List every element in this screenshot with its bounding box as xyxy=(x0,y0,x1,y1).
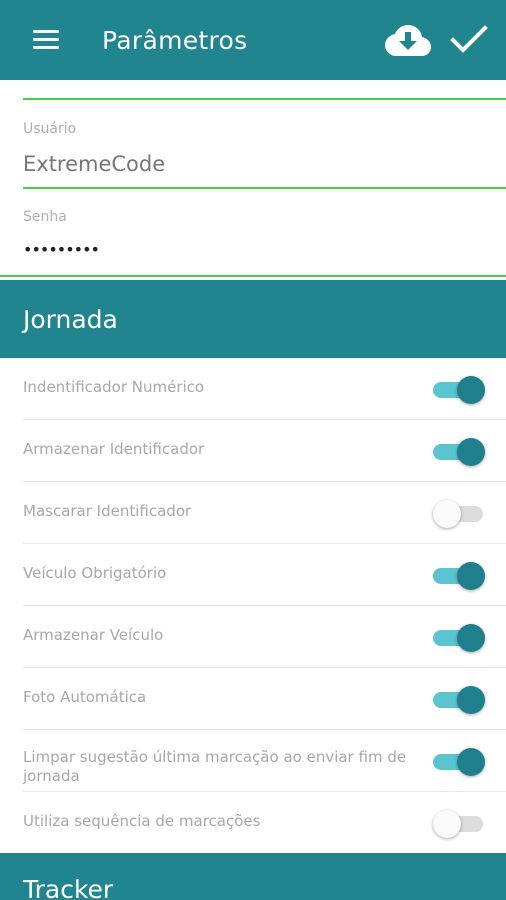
setting-label: Armazenar Identificador xyxy=(23,440,205,458)
toggle-switch[interactable] xyxy=(433,810,485,838)
toggle-switch[interactable] xyxy=(433,624,485,652)
settings-scroll-area[interactable]: 0200 Usuário ExtremeCode Senha •••••••••… xyxy=(0,80,506,900)
password-field-label: Senha xyxy=(23,209,67,225)
setting-label: Veículo Obrigatório xyxy=(23,564,167,582)
setting-row[interactable]: Limpar sugestão última marcação ao envia… xyxy=(0,730,506,792)
menu-icon xyxy=(33,30,59,50)
setting-row[interactable]: Armazenar Veículo xyxy=(0,606,506,668)
password-field[interactable]: Senha ••••••••• xyxy=(0,206,506,278)
toggle-switch[interactable] xyxy=(433,438,485,466)
server-field-underline xyxy=(23,98,506,100)
toggle-switch[interactable] xyxy=(433,562,485,590)
toggle-thumb xyxy=(433,810,461,838)
setting-label: Foto Automática xyxy=(23,688,147,706)
toggle-switch[interactable] xyxy=(433,500,485,528)
section-header-jornada: Jornada xyxy=(0,280,506,358)
setting-row[interactable]: Indentificador Numérico xyxy=(0,358,506,420)
menu-button[interactable] xyxy=(0,0,92,80)
setting-row[interactable]: Veículo Obrigatório xyxy=(0,544,506,606)
setting-label: Limpar sugestão última marcação ao envia… xyxy=(23,748,407,785)
toggle-switch[interactable] xyxy=(433,686,485,714)
app-bar: Parâmetros xyxy=(0,0,506,80)
password-field-value: ••••••••• xyxy=(23,240,100,259)
download-button[interactable] xyxy=(378,0,438,80)
toggle-thumb xyxy=(457,376,485,404)
cloud-download-icon xyxy=(385,25,431,56)
toggle-switch[interactable] xyxy=(433,376,485,404)
setting-label: Indentificador Numérico xyxy=(23,378,205,396)
user-field-label: Usuário xyxy=(23,121,77,137)
setting-label: Utiliza sequência de marcações xyxy=(23,812,261,830)
confirm-button[interactable] xyxy=(438,0,500,80)
check-icon xyxy=(450,25,488,53)
toggle-thumb xyxy=(457,438,485,466)
page-title: Parâmetros xyxy=(102,25,248,55)
user-field-value: ExtremeCode xyxy=(23,152,166,176)
setting-label: Mascarar Identificador xyxy=(23,502,192,520)
setting-row[interactable]: Utiliza sequência de marcações xyxy=(0,792,506,853)
toggle-thumb xyxy=(457,748,485,776)
password-field-underline xyxy=(0,275,506,277)
toggle-thumb xyxy=(457,624,485,652)
toggle-switch[interactable] xyxy=(433,748,485,776)
user-field[interactable]: Usuário ExtremeCode xyxy=(0,118,506,190)
server-field-value: 0200 xyxy=(23,80,76,84)
toggle-thumb xyxy=(457,562,485,590)
user-field-underline xyxy=(23,187,506,189)
setting-row[interactable]: Armazenar Identificador xyxy=(0,420,506,482)
setting-row[interactable]: Mascarar Identificador xyxy=(0,482,506,544)
setting-row[interactable]: Foto Automática xyxy=(0,668,506,730)
toggle-thumb xyxy=(457,686,485,714)
server-field[interactable]: 0200 xyxy=(0,80,506,102)
toggle-thumb xyxy=(433,500,461,528)
section-header-tracker: Tracker xyxy=(0,853,506,900)
setting-label: Armazenar Veículo xyxy=(23,626,164,644)
